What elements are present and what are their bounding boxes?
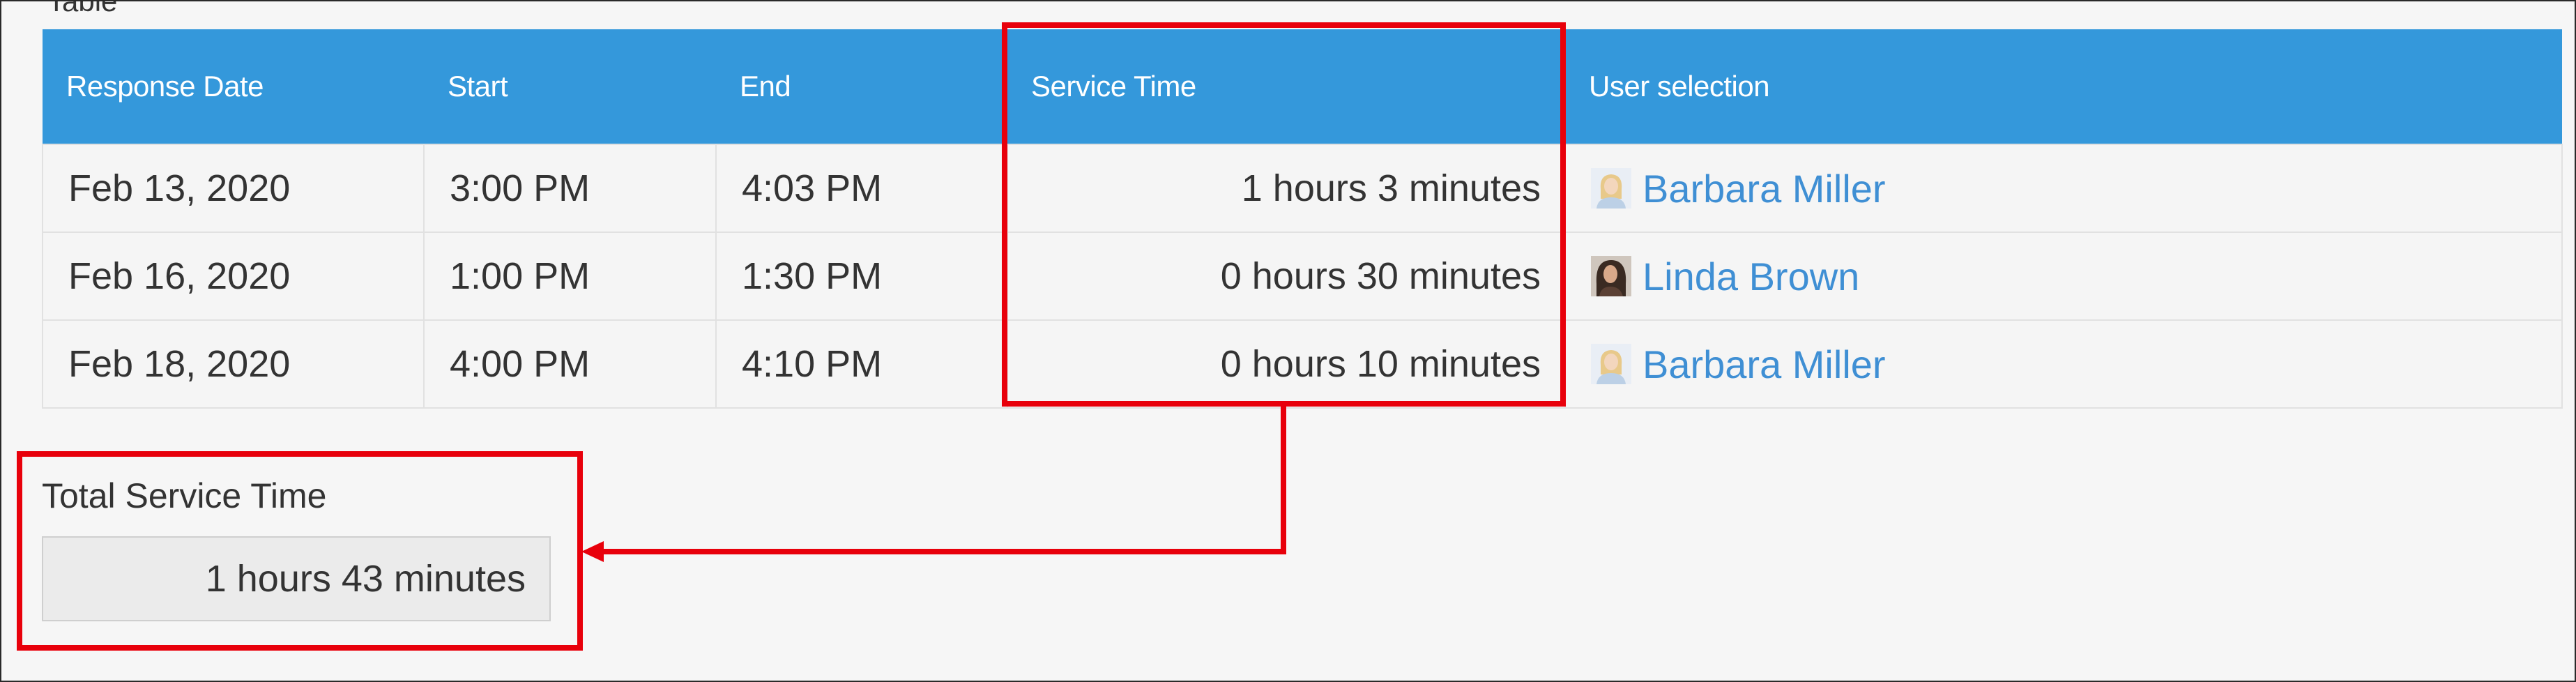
cell-user-selection: Barbara Miller [1564, 319, 2563, 409]
cell-service-time: 0 hours 30 minutes [1007, 232, 1566, 321]
cell-response-date: Feb 18, 2020 [42, 319, 425, 409]
table-row: Feb 18, 2020 4:00 PM 4:10 PM 0 hours 10 … [42, 319, 2563, 409]
cell-start: 4:00 PM [423, 319, 717, 409]
cut-off-field-label: Table [47, 0, 118, 17]
total-service-time-label: Total Service Time [42, 476, 327, 515]
blonde-woman-avatar [1591, 344, 1631, 384]
blonde-woman-avatar [1591, 168, 1631, 209]
user-link[interactable]: Linda Brown [1643, 254, 1859, 299]
header-start: Start [424, 29, 716, 144]
user-link[interactable]: Barbara Miller [1643, 342, 1886, 387]
cell-end: 4:03 PM [715, 144, 1008, 233]
header-end: End [716, 29, 1007, 144]
service-records-table: Response Date Start End Service Time Use… [42, 29, 2563, 409]
dark-hair-woman-avatar [1591, 256, 1631, 296]
cell-start: 3:00 PM [423, 144, 717, 233]
cell-user-selection: Barbara Miller [1564, 144, 2563, 233]
cell-response-date: Feb 16, 2020 [42, 232, 425, 321]
cell-user-selection: Linda Brown [1564, 232, 2563, 321]
cell-end: 4:10 PM [715, 319, 1008, 409]
cell-service-time: 0 hours 10 minutes [1007, 319, 1566, 409]
header-response-date: Response Date [43, 29, 424, 144]
cell-service-time: 1 hours 3 minutes [1007, 144, 1566, 233]
header-user-selection: User selection [1565, 29, 2562, 144]
user-link[interactable]: Barbara Miller [1643, 166, 1886, 211]
cell-end: 1:30 PM [715, 232, 1008, 321]
app-frame: Table Response Date Start End Service Ti… [0, 0, 2576, 682]
cell-response-date: Feb 13, 2020 [42, 144, 425, 233]
table-row: Feb 13, 2020 3:00 PM 4:03 PM 1 hours 3 m… [42, 144, 2563, 233]
table-header-row: Response Date Start End Service Time Use… [43, 29, 2562, 144]
table-row: Feb 16, 2020 1:00 PM 1:30 PM 0 hours 30 … [42, 232, 2563, 321]
header-service-time: Service Time [1007, 29, 1565, 144]
total-service-time-value: 1 hours 43 minutes [42, 536, 551, 621]
cell-start: 1:00 PM [423, 232, 717, 321]
